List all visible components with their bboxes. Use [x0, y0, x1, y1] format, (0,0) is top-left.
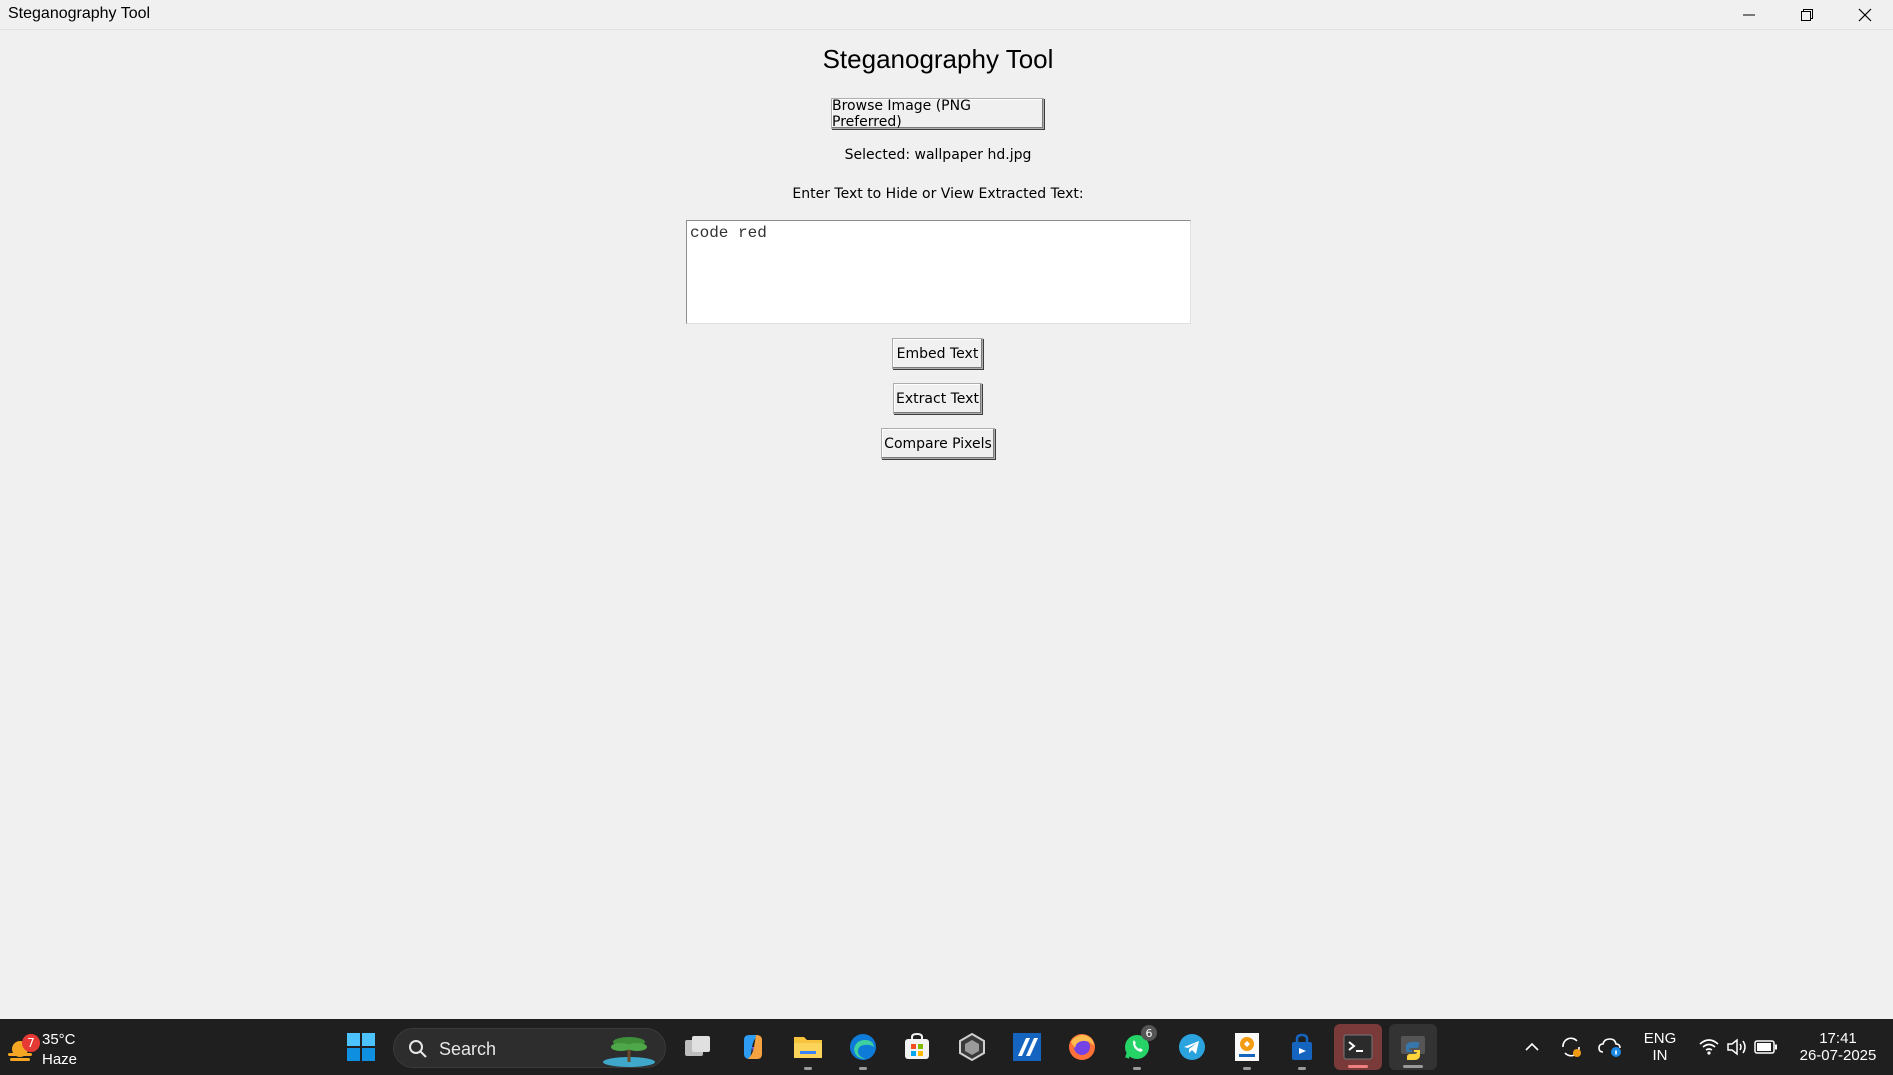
weather-badge: 7 — [22, 1034, 40, 1052]
running-indicator — [1243, 1067, 1251, 1070]
start-button[interactable] — [341, 1027, 381, 1067]
cloud-info-icon — [1598, 1038, 1621, 1057]
language-region: IN — [1652, 1047, 1668, 1064]
browse-image-button[interactable]: Browse Image (PNG Preferred) — [831, 98, 1044, 130]
window-title: Steganography Tool — [8, 5, 151, 22]
folder-icon — [794, 1037, 822, 1058]
wifi-icon — [1699, 1039, 1719, 1055]
embed-text-button[interactable]: Embed Text — [892, 338, 983, 369]
store-icon — [905, 1032, 929, 1059]
language-code: ENG — [1643, 1030, 1677, 1047]
orange-app-button[interactable] — [1227, 1027, 1267, 1070]
search-label: Search — [439, 1039, 497, 1059]
quick-settings-button[interactable] — [1688, 1027, 1788, 1067]
running-indicator — [1403, 1065, 1423, 1068]
edge-button[interactable] — [843, 1027, 883, 1070]
telegram-button[interactable] — [1172, 1027, 1212, 1067]
restore-icon — [1801, 9, 1813, 21]
bag-app-button[interactable] — [1282, 1027, 1322, 1070]
language-indicator[interactable]: ENG IN — [1638, 1030, 1682, 1064]
running-indicator — [1133, 1067, 1141, 1070]
onedrive-button[interactable] — [1591, 1027, 1631, 1067]
python-button[interactable] — [1389, 1024, 1437, 1070]
clock-time: 17:41 — [1819, 1030, 1857, 1047]
text-prompt-label: Enter Text to Hide or View Extracted Tex… — [792, 186, 1084, 202]
whatsapp-badge: 6 — [1141, 1025, 1157, 1041]
running-indicator — [804, 1067, 812, 1070]
search-icon — [409, 1040, 427, 1058]
minimize-icon — [1743, 14, 1755, 16]
tray-overflow-button[interactable] — [1512, 1027, 1552, 1067]
sync-status-button[interactable] — [1551, 1027, 1591, 1067]
taskbar: 7 35°C Haze Search 6 ENG IN 17:41 26-07-… — [0, 1019, 1893, 1075]
running-indicator — [1298, 1067, 1306, 1070]
close-button[interactable] — [1836, 0, 1893, 30]
bag-icon — [1292, 1033, 1312, 1060]
clock-date: 26-07-2025 — [1799, 1047, 1877, 1064]
blue-app-button[interactable] — [1007, 1027, 1047, 1067]
sync-icon — [1562, 1037, 1581, 1057]
cube-app-button[interactable] — [952, 1027, 992, 1067]
taskbar-search[interactable]: Search — [393, 1028, 666, 1068]
extract-text-button[interactable]: Extract Text — [893, 383, 982, 414]
edge-icon — [850, 1034, 876, 1060]
weather-widget[interactable]: 7 35°C Haze — [4, 1027, 84, 1068]
active-indicator — [1348, 1065, 1368, 1068]
python-icon — [1401, 1036, 1425, 1060]
clock[interactable]: 17:41 26-07-2025 — [1788, 1030, 1888, 1064]
store-button[interactable] — [897, 1027, 937, 1067]
terminal-button[interactable] — [1334, 1024, 1382, 1070]
battery-icon — [1754, 1040, 1777, 1054]
whatsapp-button[interactable]: 6 — [1117, 1025, 1157, 1070]
windows-logo-icon — [347, 1033, 375, 1061]
copilot-button[interactable] — [733, 1027, 773, 1067]
close-icon — [1858, 8, 1872, 22]
task-view-icon — [685, 1036, 710, 1056]
volume-icon — [1727, 1038, 1746, 1056]
blue-app-icon — [1013, 1033, 1041, 1061]
chevron-up-icon — [1525, 1042, 1539, 1051]
terminal-icon — [1343, 1034, 1373, 1060]
compare-pixels-button[interactable]: Compare Pixels — [881, 428, 995, 459]
search-highlight-art-icon — [603, 1037, 655, 1067]
telegram-icon — [1179, 1034, 1205, 1060]
running-indicator — [859, 1067, 867, 1070]
window-titlebar: Steganography Tool — [0, 0, 1893, 30]
weather-temp: 35°C — [42, 1031, 76, 1048]
cube-icon — [959, 1032, 985, 1062]
task-view-button[interactable] — [678, 1027, 718, 1067]
file-explorer-button[interactable] — [788, 1027, 828, 1070]
message-text-area[interactable]: code red — [686, 220, 1191, 324]
weather-condition: Haze — [42, 1051, 78, 1068]
maximize-button[interactable] — [1778, 0, 1836, 30]
firefox-button[interactable] — [1062, 1027, 1102, 1067]
firefox-icon — [1069, 1034, 1095, 1060]
orange-app-icon — [1235, 1033, 1259, 1061]
selected-file-label: Selected: wallpaper hd.jpg — [844, 147, 1032, 163]
app-heading: Steganography Tool — [822, 44, 1054, 74]
copilot-icon — [744, 1035, 762, 1059]
minimize-button[interactable] — [1720, 0, 1778, 30]
